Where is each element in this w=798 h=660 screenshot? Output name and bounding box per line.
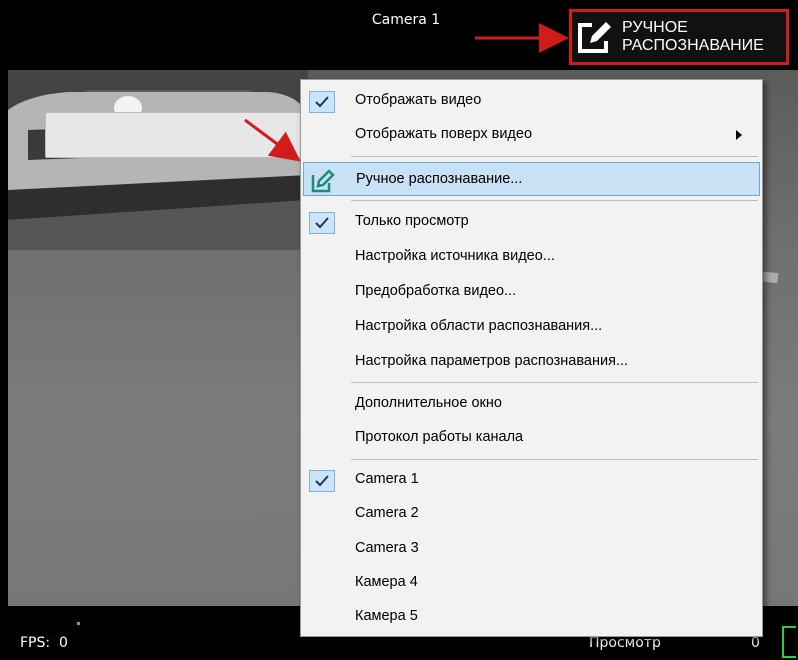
status-indicator <box>782 626 796 658</box>
recognition-count: 0 <box>751 635 760 651</box>
menu-item-camera-4[interactable]: Камера 4 <box>303 566 760 600</box>
context-menu: Отображать видео Отображать поверх видео… <box>300 79 763 637</box>
menu-item-label: Настройка источника видео... <box>355 248 555 264</box>
checkmark-icon <box>309 91 335 113</box>
menu-item-manual-recognition[interactable]: Ручное распознавание... <box>303 162 760 196</box>
menu-separator <box>351 200 758 201</box>
menu-item-label: Протокол работы канала <box>355 429 524 445</box>
menu-item-label: Camera 1 <box>355 471 419 487</box>
menu-item-label: Настройка области распознавания... <box>355 318 603 334</box>
menu-item-camera-1[interactable]: Camera 1 <box>303 463 760 497</box>
menu-item-camera-3[interactable]: Camera 3 <box>303 532 760 566</box>
menu-separator <box>351 459 758 460</box>
obscured-label <box>45 112 301 158</box>
edit-icon <box>311 169 335 193</box>
menu-item-recognition-params[interactable]: Настройка параметров распознавания... <box>303 345 760 379</box>
submenu-arrow-icon <box>736 130 742 140</box>
fps-value: 0 <box>59 635 68 651</box>
menu-item-recognition-area[interactable]: Настройка области распознавания... <box>303 310 760 344</box>
camera-header: Camera 1 Ручное распознавание <box>0 0 798 70</box>
menu-item-channel-log[interactable]: Протокол работы канала <box>303 421 760 455</box>
menu-item-show-video[interactable]: Отображать видео <box>303 84 760 118</box>
menu-separator <box>351 156 758 157</box>
menu-item-label: Camera 3 <box>355 540 419 556</box>
manual-recognition-button[interactable]: Ручное распознавание <box>569 9 789 65</box>
menu-item-label: Отображать видео <box>355 92 482 108</box>
menu-item-label: Предобработка видео... <box>355 283 517 299</box>
activity-dot <box>77 622 80 625</box>
fps-readout: FPS: 0 <box>20 622 80 651</box>
menu-item-label: Камера 5 <box>355 608 418 624</box>
menu-item-camera-2[interactable]: Camera 2 <box>303 497 760 531</box>
menu-item-label: Camera 2 <box>355 505 419 521</box>
menu-item-camera-5[interactable]: Камера 5 <box>303 600 760 634</box>
car-image <box>8 70 308 250</box>
menu-item-video-source-settings[interactable]: Настройка источника видео... <box>303 240 760 274</box>
camera-title: Camera 1 <box>371 12 441 28</box>
menu-item-label: Настройка параметров распознавания... <box>355 353 629 369</box>
checkmark-icon <box>309 470 335 492</box>
menu-item-show-overlay[interactable]: Отображать поверх видео <box>303 118 760 152</box>
manual-recognition-label: Ручное распознавание <box>622 19 764 54</box>
menu-separator <box>351 382 758 383</box>
edit-icon <box>578 21 614 53</box>
menu-item-label: Отображать поверх видео <box>355 126 533 142</box>
menu-item-label: Дополнительное окно <box>355 395 502 411</box>
menu-item-view-only[interactable]: Только просмотр <box>303 205 760 239</box>
view-mode-label: Просмотр <box>589 635 661 651</box>
fps-label: FPS: <box>20 635 51 651</box>
menu-item-video-preprocessing[interactable]: Предобработка видео... <box>303 275 760 309</box>
menu-item-label: Ручное распознавание... <box>356 171 523 187</box>
menu-item-extra-window[interactable]: Дополнительное окно <box>303 387 760 421</box>
menu-item-label: Только просмотр <box>355 213 469 229</box>
checkmark-icon <box>309 212 335 234</box>
menu-item-label: Камера 4 <box>355 574 418 590</box>
